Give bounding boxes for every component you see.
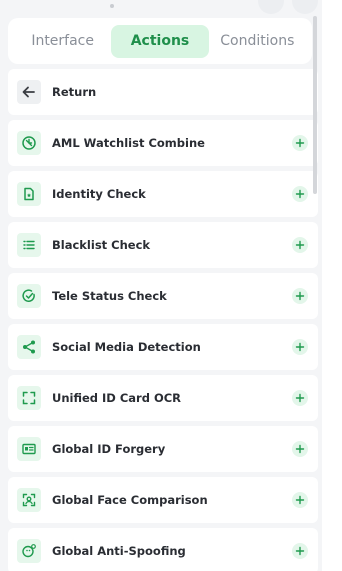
arrow-left-icon [17,80,41,104]
scrollbar[interactable] [313,8,319,560]
plus-icon[interactable] [292,288,308,304]
plus-icon[interactable] [292,492,308,508]
action-item-global-id-forgery[interactable]: Global ID Forgery [8,426,318,472]
plus-icon[interactable] [292,543,308,559]
action-item-tele-status-check[interactable]: Tele Status Check [8,273,318,319]
action-label: Global Face Comparison [52,493,208,507]
action-item-global-anti-spoofing[interactable]: Global Anti-Spoofing [8,528,318,571]
tab-actions[interactable]: Actions [111,24,209,58]
share-icon [17,335,41,359]
scrollbar-thumb[interactable] [313,16,317,194]
plus-icon[interactable] [292,390,308,406]
check-circle-icon [17,284,41,308]
action-label: Blacklist Check [52,238,151,252]
action-item-unified-id-card-ocr[interactable]: Unified ID Card OCR [8,375,318,421]
identity-check-icon [17,182,41,206]
canvas-edge [322,0,342,571]
action-list: Return AML Watchlist Combine Identity Ch… [8,69,318,571]
aml-watchlist-icon [17,131,41,155]
action-label: Tele Status Check [52,289,167,303]
plus-icon[interactable] [292,441,308,457]
plus-icon[interactable] [292,237,308,253]
action-label: Global ID Forgery [52,442,166,456]
tab-conditions[interactable]: Conditions [209,25,306,58]
list-icon [17,233,41,257]
face-scan-icon [17,488,41,512]
action-item-blacklist-check[interactable]: Blacklist Check [8,222,318,268]
face-settings-icon [17,539,41,563]
action-item-identity-check[interactable]: Identity Check [8,171,318,217]
action-label: Identity Check [52,187,146,201]
top-control-button[interactable] [258,0,284,14]
scan-frame-icon [17,386,41,410]
return-label: Return [52,85,97,99]
plus-icon[interactable] [292,339,308,355]
plus-icon[interactable] [292,186,308,202]
overflow-dot [110,4,114,8]
action-item-aml-watchlist-combine[interactable]: AML Watchlist Combine [8,120,318,166]
top-controls [258,0,318,14]
action-label: AML Watchlist Combine [52,136,205,150]
action-label: Global Anti-Spoofing [52,544,186,558]
action-label: Social Media Detection [52,340,201,354]
action-label: Unified ID Card OCR [52,391,182,405]
action-item-social-media-detection[interactable]: Social Media Detection [8,324,318,370]
action-panel: Interface Actions Conditions Return AML … [0,0,322,571]
plus-icon[interactable] [292,135,308,151]
action-item-global-face-comparison[interactable]: Global Face Comparison [8,477,318,523]
return-button[interactable]: Return [8,69,318,115]
tab-interface[interactable]: Interface [14,25,111,58]
id-card-icon [17,437,41,461]
tab-bar: Interface Actions Conditions [8,18,312,64]
